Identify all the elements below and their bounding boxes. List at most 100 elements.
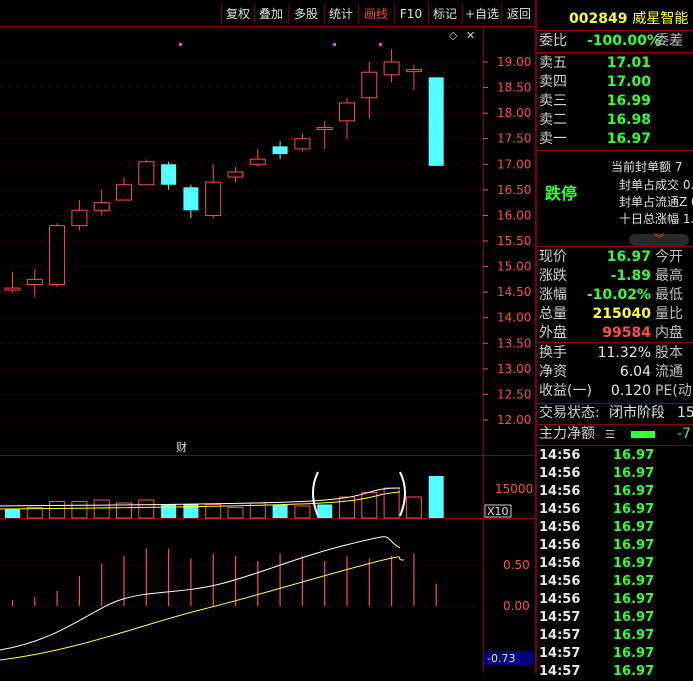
tick-price: 16.97: [613, 628, 655, 643]
candle-body: [161, 164, 177, 185]
sell-level-row[interactable]: 卖五 17.01: [537, 54, 693, 73]
sell-level-row[interactable]: 卖四 17.00: [537, 73, 693, 92]
trade-status-num: 15: [677, 405, 693, 421]
stock-header: 002849 威星智能: [569, 8, 688, 28]
sell-level-row[interactable]: 卖一 16.97: [537, 130, 693, 149]
tick-row[interactable]: 14:56 16.97: [537, 555, 693, 573]
tick-row[interactable]: 14:56 16.97: [537, 573, 693, 591]
sell-level-row[interactable]: 卖三 16.99: [537, 92, 693, 111]
weibi-label: 委比: [539, 33, 567, 49]
candle-body: [383, 61, 400, 76]
quote-label: 净资: [539, 364, 567, 380]
tick-time: 14:57: [539, 610, 581, 625]
tick-time: 14:57: [539, 664, 581, 679]
sell-level-label: 卖四: [539, 74, 567, 90]
volume-unit-label: X10: [487, 505, 509, 518]
quote-label: 现价: [539, 249, 567, 265]
volume-bar: [227, 507, 244, 519]
main-flow-label: 主力净额: [539, 426, 595, 442]
toolbar-f10-button[interactable]: F10: [394, 4, 427, 24]
toolbar-tongji-button[interactable]: 统计: [324, 4, 357, 24]
weibi-value: -100.00%: [587, 33, 661, 49]
quote-label: 涨幅: [539, 287, 567, 303]
price-tick-label: 13.00: [497, 362, 531, 376]
trade-status-row: 交易状态: 闭市阶段 15: [537, 404, 693, 423]
tick-row[interactable]: 14:56 16.97: [537, 483, 693, 501]
toolbar-huaxian-button[interactable]: 画线: [358, 4, 393, 24]
indicator-line: [0, 556, 405, 661]
price-tick-label: 12.50: [497, 387, 531, 401]
collapse-icon[interactable]: ◇: [449, 29, 457, 42]
toolbar-back-button[interactable]: 返回: [501, 4, 536, 24]
tick-row[interactable]: 14:56 16.97: [537, 591, 693, 609]
event-marker: [333, 43, 336, 46]
volume-bar: [93, 499, 110, 519]
quote-value: 6.04: [619, 364, 651, 380]
tick-price: 16.97: [613, 484, 655, 499]
quote-row: 外盘 99584 内盘: [537, 324, 693, 343]
tick-price: 16.97: [613, 556, 655, 571]
quote-right-label: 量比: [655, 306, 683, 322]
candle-body: [183, 187, 199, 211]
price-tick-label: 13.50: [497, 336, 531, 350]
tick-price: 16.97: [613, 592, 655, 607]
toolbar-diejia-button[interactable]: 叠加: [254, 4, 287, 24]
tick-time: 14:57: [539, 646, 581, 661]
limit-status: 跌停: [545, 184, 578, 203]
tick-row[interactable]: 14:56 16.97: [537, 447, 693, 465]
tick-row[interactable]: 14:56 16.97: [537, 519, 693, 537]
kline-chart-svg[interactable]: 19.00 18.50 18.00 17.50 17.00 16.50 16.00 15.50…: [0, 0, 536, 673]
tick-time: 14:56: [539, 538, 581, 553]
tick-row[interactable]: 14:57 16.97: [537, 609, 693, 627]
toolbar-add-watchlist-button[interactable]: +自选: [462, 4, 501, 24]
tick-row[interactable]: 14:56 16.97: [537, 465, 693, 483]
quote-value: -1.89: [610, 268, 651, 284]
stock-name: 威星智能: [632, 11, 689, 27]
toolbar-duogu-button[interactable]: 多股: [288, 4, 323, 24]
tick-row[interactable]: 14:57 16.97: [537, 645, 693, 663]
toolbar-fuquan-button[interactable]: 复权: [221, 4, 254, 24]
tick-time: 14:56: [539, 502, 581, 517]
volume-bar: [294, 505, 311, 519]
quote-value: 215040: [592, 306, 651, 322]
price-tick-label: 16.00: [497, 208, 531, 222]
event-marker: [179, 43, 182, 46]
quote-right-label: 最高: [655, 268, 683, 284]
close-icon[interactable]: ✕: [466, 29, 475, 42]
indicator-tick-label: 0.00: [503, 599, 530, 613]
indicator-tick-label: 0.50: [503, 558, 530, 572]
quote-right-label: 今开: [655, 249, 683, 265]
price-tick-label: 14.00: [497, 311, 531, 325]
quote-row: 净资 6.04 流通: [537, 363, 693, 382]
volume-divider: [0, 455, 535, 456]
list-icon[interactable]: ☰: [605, 425, 615, 444]
tick-price: 16.97: [613, 538, 655, 553]
axis-divider: [483, 26, 484, 673]
expand-chevron-icon[interactable]: ︾: [629, 234, 689, 246]
quote-label: 总量: [539, 306, 567, 322]
quote-value: 11.32%: [597, 345, 651, 361]
price-tick-label: 18.50: [497, 81, 531, 95]
volume-bar: [138, 499, 155, 519]
tick-row[interactable]: 14:56 16.97: [537, 501, 693, 519]
volume-bar: [5, 509, 20, 518]
event-marker: [379, 43, 382, 46]
limit-line-1: 当前封单额 7: [611, 160, 683, 174]
tick-row[interactable]: 14:56 16.97: [537, 537, 693, 555]
sell-level-price: 16.97: [606, 131, 651, 147]
tick-time: 14:57: [539, 628, 581, 643]
limit-line-4: 十日总涨幅 1.: [619, 212, 693, 226]
toolbar-biaoji-button[interactable]: 标记: [428, 4, 461, 24]
tick-row[interactable]: 14:57 16.97: [537, 663, 693, 681]
candle-body: [4, 287, 21, 291]
main-flow-value: -7: [677, 426, 691, 442]
kline-chart-area[interactable]: 19.00 18.50 18.00 17.50 17.00 16.50 16.00 15.50…: [0, 0, 536, 673]
tick-row[interactable]: 14:57 16.97: [537, 627, 693, 645]
sell-level-label: 卖一: [539, 131, 567, 147]
price-tick-label: 15.50: [497, 234, 531, 248]
sell-level-label: 卖三: [539, 93, 567, 109]
tick-price: 16.97: [613, 610, 655, 625]
sell-level-label: 卖二: [539, 112, 567, 128]
sell-level-row[interactable]: 卖二 16.98: [537, 111, 693, 130]
quote-right-label: PE(动: [655, 383, 692, 399]
